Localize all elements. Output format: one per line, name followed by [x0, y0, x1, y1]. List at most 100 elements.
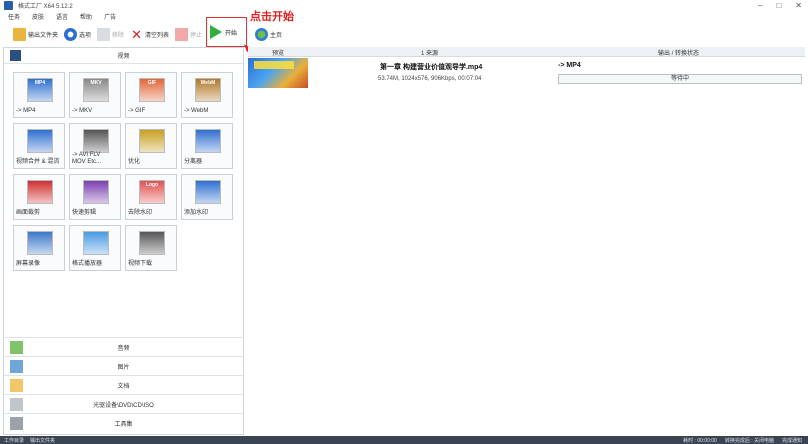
toolbox-icon [10, 417, 23, 430]
tool-tile[interactable]: 画面裁剪 [13, 174, 65, 220]
options-button[interactable]: 选项 [61, 24, 94, 44]
category-sections: 音频图片文档光驱设备\DVD\CD\ISO 工具集 [4, 337, 243, 432]
video-section-header[interactable]: 视频 [4, 48, 243, 64]
column-source[interactable]: 1 来源 [421, 48, 438, 57]
statusbar-output-folder[interactable]: 输出文件夹 [30, 437, 55, 444]
tool-tile[interactable]: 快速剪辑 [69, 174, 121, 220]
folder-icon [13, 27, 26, 41]
crop-icon [27, 180, 53, 204]
menu-bar: 任务 皮肤 语言 帮助 广告 [8, 12, 116, 22]
task-output-format: -> MP4 [558, 62, 581, 69]
task-row[interactable]: 第一章 构建营业价值观导学.mp4 53.74M, 1024x576, 906K… [248, 58, 805, 88]
video-download-icon [139, 231, 165, 255]
avi-flv-mov-icon [83, 129, 109, 153]
video-merge-icon [27, 129, 53, 153]
task-file-info: 53.74M, 1024x576, 906Kbps, 00:07:04 [378, 76, 482, 82]
tool-tile[interactable]: 格式播放器 [69, 225, 121, 271]
category-picture[interactable]: 图片 [4, 356, 243, 375]
minimize-button[interactable]: – [758, 1, 762, 10]
add-watermark-icon [195, 180, 221, 204]
output-folder-label: 输出文件夹 [28, 32, 59, 39]
tool-tile-label: 分离器 [184, 159, 203, 165]
category-label: 光驱设备\DVD\CD\ISO [93, 402, 154, 409]
clear-list-button[interactable]: ✕ 清空列表 [127, 24, 172, 44]
tool-tile-label: -> GIF [128, 108, 146, 114]
optimize-icon [139, 129, 165, 153]
format-factory-window: 格式工厂 X64 5.12.2 – □ ✕ 任务 皮肤 语言 帮助 广告 输出文… [0, 0, 808, 444]
output-folder-button[interactable]: 输出文件夹 [10, 24, 61, 44]
column-preview[interactable]: 预览 [272, 48, 284, 57]
task-list-header: 预览 1 来源 输出 / 转换状态 [248, 47, 805, 57]
tool-tile-label: 添加水印 [184, 210, 209, 216]
tool-tile[interactable]: -> AVI FLV MOV Etc... [69, 123, 121, 169]
statusbar-after-done[interactable]: 转换完成后 : 关闭电脑 [725, 437, 774, 444]
click-start-annotation: 点击开始 [250, 10, 294, 23]
tile-badge: GIF [147, 80, 157, 86]
tool-tile[interactable]: 视频合并 & 混流 [13, 123, 65, 169]
remove-icon [97, 27, 111, 41]
quick-clip-icon [83, 180, 109, 204]
tool-tile-label: 屏幕录像 [16, 261, 41, 267]
screen-record-icon [27, 231, 53, 255]
menu-help[interactable]: 帮助 [80, 12, 92, 22]
status-bar: 工作目录 输出文件夹 耗时 : 00:00:00 转换完成后 : 关闭电脑 完成… [0, 436, 808, 444]
gif-icon: GIF [139, 78, 165, 102]
tool-tile-label: -> MKV [72, 108, 93, 114]
title-bar: 格式工厂 X64 5.12.2 – □ ✕ [0, 0, 808, 11]
category-toolbox[interactable]: 工具集 [4, 413, 243, 432]
category-document[interactable]: 文档 [4, 375, 243, 394]
tool-tile[interactable]: MKV -> MKV [69, 72, 121, 118]
tool-tile[interactable]: 分离器 [181, 123, 233, 169]
stop-icon [175, 27, 189, 41]
category-label: 音频 [117, 345, 130, 352]
category-label: 文档 [117, 383, 130, 390]
video-thumbnail [248, 58, 308, 88]
tool-tile[interactable]: GIF -> GIF [125, 72, 177, 118]
menu-ads[interactable]: 广告 [104, 12, 116, 22]
statusbar-workdir[interactable]: 工作目录 [4, 437, 24, 444]
tool-tile-label: 画面裁剪 [16, 210, 41, 216]
window-controls: – □ ✕ [758, 1, 802, 10]
tool-tile-label: 优化 [128, 159, 141, 165]
column-output[interactable]: 输出 / 转换状态 [658, 48, 699, 57]
task-status: 等待中 [558, 74, 802, 84]
tool-tile-label: 格式播放器 [72, 261, 103, 267]
tool-tile-label: 去除水印 [128, 210, 153, 216]
mkv-icon: MKV [83, 78, 109, 102]
task-filename: 第一章 构建营业价值观导学.mp4 [380, 64, 483, 71]
splitter-icon [195, 129, 221, 153]
statusbar-notify[interactable]: 完成通知 [782, 437, 802, 444]
tool-tile[interactable]: Logo 去除水印 [125, 174, 177, 220]
play-icon [210, 25, 222, 39]
category-label: 图片 [117, 364, 130, 371]
tool-tile[interactable]: WebM -> WebM [181, 72, 233, 118]
menu-language[interactable]: 语言 [56, 12, 68, 22]
remove-watermark-icon: Logo [139, 180, 165, 204]
menu-skin[interactable]: 皮肤 [32, 12, 44, 22]
close-button[interactable]: ✕ [795, 1, 802, 10]
statusbar-elapsed: 耗时 : 00:00:00 [683, 437, 717, 444]
webm-icon: WebM [195, 78, 221, 102]
task-list: 预览 1 来源 输出 / 转换状态 第一章 构建营业价值观导学.mp4 53.7… [248, 47, 805, 435]
tool-tile[interactable]: 添加水印 [181, 174, 233, 220]
category-disc[interactable]: 光驱设备\DVD\CD\ISO [4, 394, 243, 413]
tool-tile[interactable]: 屏幕录像 [13, 225, 65, 271]
app-logo-icon [4, 1, 13, 10]
home-icon [255, 27, 268, 41]
tool-tile[interactable]: 优化 [125, 123, 177, 169]
stop-label: 停止 [190, 32, 203, 39]
tool-tile-label: -> WebM [184, 108, 209, 114]
category-audio[interactable]: 音频 [4, 337, 243, 356]
video-section-label: 视频 [117, 54, 130, 60]
tool-tile[interactable]: MP4 -> MP4 [13, 72, 65, 118]
tool-tile-label: 视频合并 & 混流 [16, 159, 60, 165]
remove-button[interactable]: 移除 [94, 24, 127, 44]
toolbar: 输出文件夹 选项 移除 ✕ 清空列表 停止 主页 [0, 22, 808, 46]
tool-tile-label: -> AVI FLV MOV Etc... [72, 152, 102, 165]
maximize-button[interactable]: □ [776, 1, 781, 10]
menu-task[interactable]: 任务 [8, 12, 20, 22]
tile-badge: MKV [90, 80, 102, 86]
audio-icon [10, 341, 23, 354]
stop-button[interactable]: 停止 [172, 24, 205, 44]
tool-tile[interactable]: 视频下载 [125, 225, 177, 271]
